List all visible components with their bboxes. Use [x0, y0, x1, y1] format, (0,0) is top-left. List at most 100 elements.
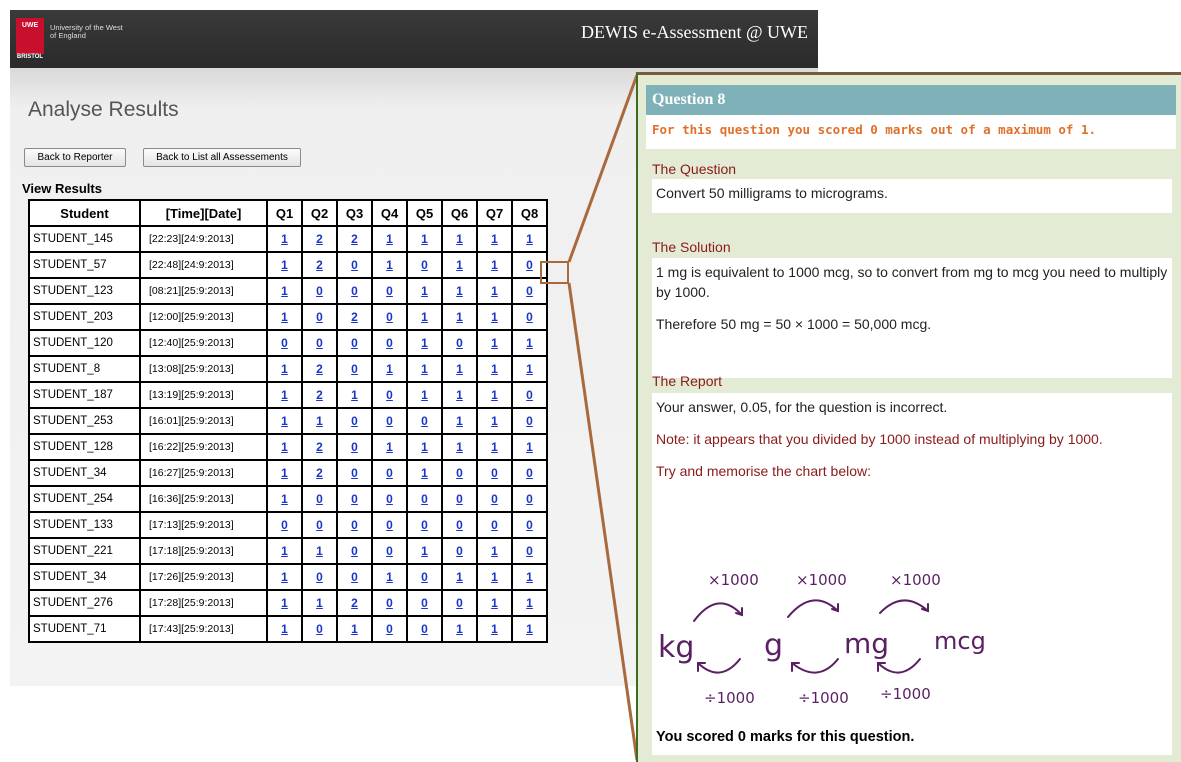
score-link-q8[interactable]: 1	[526, 336, 533, 350]
score-link-q8[interactable]: 1	[526, 570, 533, 584]
score-link-q4[interactable]: 1	[386, 362, 393, 376]
score-link-q4[interactable]: 0	[386, 544, 393, 558]
score-link-q1[interactable]: 1	[281, 310, 288, 324]
score-link-q1[interactable]: 1	[281, 388, 288, 402]
score-link-q1[interactable]: 1	[281, 544, 288, 558]
score-link-q8[interactable]: 1	[526, 362, 533, 376]
score-link-q4[interactable]: 0	[386, 414, 393, 428]
score-link-q6[interactable]: 1	[456, 570, 463, 584]
score-link-q4[interactable]: 0	[386, 596, 393, 610]
score-link-q8[interactable]: 0	[526, 492, 533, 506]
score-link-q6[interactable]: 1	[456, 388, 463, 402]
score-link-q5[interactable]: 0	[421, 622, 428, 636]
score-link-q8[interactable]: 0	[526, 544, 533, 558]
back-to-reporter-button[interactable]: Back to Reporter	[24, 148, 126, 167]
score-link-q4[interactable]: 0	[386, 336, 393, 350]
score-link-q2[interactable]: 2	[316, 466, 323, 480]
score-link-q2[interactable]: 0	[316, 336, 323, 350]
score-link-q7[interactable]: 1	[491, 622, 498, 636]
score-link-q2[interactable]: 0	[316, 622, 323, 636]
score-link-q3[interactable]: 2	[351, 310, 358, 324]
score-link-q4[interactable]: 0	[386, 388, 393, 402]
score-link-q5[interactable]: 1	[421, 362, 428, 376]
score-link-q5[interactable]: 0	[421, 518, 428, 532]
score-link-q8[interactable]: 0	[526, 258, 533, 272]
score-link-q1[interactable]: 1	[281, 492, 288, 506]
score-link-q6[interactable]: 1	[456, 440, 463, 454]
score-link-q6[interactable]: 0	[456, 596, 463, 610]
back-to-list-button[interactable]: Back to List all Assessements	[143, 148, 301, 167]
score-link-q5[interactable]: 1	[421, 232, 428, 246]
score-link-q2[interactable]: 1	[316, 414, 323, 428]
score-link-q4[interactable]: 1	[386, 570, 393, 584]
score-link-q7[interactable]: 1	[491, 258, 498, 272]
score-link-q6[interactable]: 1	[456, 258, 463, 272]
score-link-q7[interactable]: 0	[491, 466, 498, 480]
score-link-q2[interactable]: 0	[316, 310, 323, 324]
score-link-q1[interactable]: 0	[281, 336, 288, 350]
score-link-q4[interactable]: 0	[386, 466, 393, 480]
score-link-q1[interactable]: 1	[281, 284, 288, 298]
score-link-q3[interactable]: 0	[351, 336, 358, 350]
score-link-q1[interactable]: 1	[281, 622, 288, 636]
score-link-q7[interactable]: 1	[491, 336, 498, 350]
score-link-q7[interactable]: 0	[491, 518, 498, 532]
score-link-q6[interactable]: 0	[456, 336, 463, 350]
score-link-q4[interactable]: 0	[386, 622, 393, 636]
score-link-q7[interactable]: 1	[491, 414, 498, 428]
score-link-q3[interactable]: 0	[351, 570, 358, 584]
score-link-q2[interactable]: 2	[316, 258, 323, 272]
score-link-q3[interactable]: 1	[351, 622, 358, 636]
score-link-q2[interactable]: 2	[316, 440, 323, 454]
score-link-q7[interactable]: 1	[491, 362, 498, 376]
score-link-q8[interactable]: 1	[526, 232, 533, 246]
score-link-q2[interactable]: 0	[316, 284, 323, 298]
score-link-q8[interactable]: 1	[526, 596, 533, 610]
score-link-q5[interactable]: 0	[421, 596, 428, 610]
score-link-q6[interactable]: 1	[456, 622, 463, 636]
score-link-q2[interactable]: 1	[316, 596, 323, 610]
score-link-q2[interactable]: 1	[316, 544, 323, 558]
score-link-q3[interactable]: 0	[351, 362, 358, 376]
score-link-q4[interactable]: 0	[386, 518, 393, 532]
score-link-q3[interactable]: 0	[351, 440, 358, 454]
score-link-q8[interactable]: 0	[526, 466, 533, 480]
score-link-q4[interactable]: 1	[386, 258, 393, 272]
score-link-q3[interactable]: 0	[351, 414, 358, 428]
score-link-q5[interactable]: 1	[421, 466, 428, 480]
score-link-q7[interactable]: 1	[491, 596, 498, 610]
score-link-q3[interactable]: 1	[351, 388, 358, 402]
score-link-q7[interactable]: 1	[491, 284, 498, 298]
score-link-q1[interactable]: 0	[281, 518, 288, 532]
score-link-q7[interactable]: 1	[491, 388, 498, 402]
score-link-q3[interactable]: 2	[351, 232, 358, 246]
score-link-q1[interactable]: 1	[281, 414, 288, 428]
score-link-q4[interactable]: 1	[386, 232, 393, 246]
score-link-q8[interactable]: 0	[526, 414, 533, 428]
score-link-q4[interactable]: 0	[386, 492, 393, 506]
score-link-q5[interactable]: 1	[421, 440, 428, 454]
score-link-q5[interactable]: 1	[421, 544, 428, 558]
score-link-q1[interactable]: 1	[281, 362, 288, 376]
score-link-q8[interactable]: 1	[526, 440, 533, 454]
score-link-q5[interactable]: 0	[421, 492, 428, 506]
score-link-q2[interactable]: 0	[316, 518, 323, 532]
score-link-q1[interactable]: 1	[281, 466, 288, 480]
score-link-q1[interactable]: 1	[281, 440, 288, 454]
score-link-q5[interactable]: 1	[421, 388, 428, 402]
score-link-q6[interactable]: 0	[456, 466, 463, 480]
score-link-q6[interactable]: 1	[456, 414, 463, 428]
score-link-q3[interactable]: 0	[351, 284, 358, 298]
score-link-q5[interactable]: 0	[421, 414, 428, 428]
score-link-q6[interactable]: 1	[456, 284, 463, 298]
score-link-q5[interactable]: 0	[421, 570, 428, 584]
score-link-q7[interactable]: 0	[491, 492, 498, 506]
score-link-q3[interactable]: 0	[351, 544, 358, 558]
score-link-q3[interactable]: 0	[351, 258, 358, 272]
score-link-q8[interactable]: 0	[526, 310, 533, 324]
score-link-q7[interactable]: 1	[491, 544, 498, 558]
score-link-q5[interactable]: 1	[421, 310, 428, 324]
score-link-q1[interactable]: 1	[281, 596, 288, 610]
score-link-q2[interactable]: 2	[316, 388, 323, 402]
score-link-q8[interactable]: 0	[526, 284, 533, 298]
